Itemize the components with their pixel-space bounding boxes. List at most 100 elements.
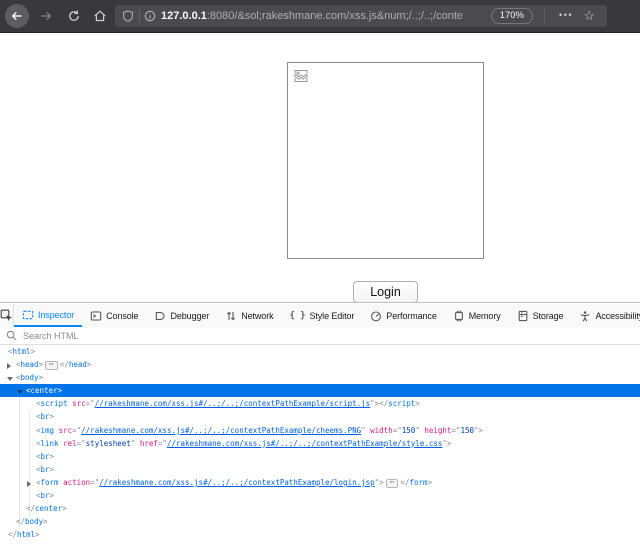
console-icon: [90, 310, 102, 322]
tab-label: Network: [241, 311, 273, 321]
tab-memory[interactable]: Memory: [445, 304, 509, 327]
markup-row[interactable]: <br>: [0, 489, 640, 502]
markup-punct: >: [87, 360, 92, 369]
markup-punct: =": [90, 478, 99, 487]
element-picker-icon: [0, 309, 13, 322]
tab-accessibility[interactable]: Accessibility: [571, 304, 640, 327]
tab-style-editor[interactable]: { } Style Editor: [282, 304, 363, 327]
markup-tag: script: [41, 399, 68, 408]
broken-image-icon: [293, 68, 309, 84]
markup-punct: ">: [442, 439, 451, 448]
markup-punct: </: [26, 504, 35, 513]
storage-icon: [517, 310, 529, 322]
search-icon: [6, 330, 17, 341]
markup-tag: form: [409, 478, 427, 487]
zoom-indicator[interactable]: 170%: [491, 8, 533, 24]
url-text[interactable]: 127.0.0.1:8080/&sol;rakeshmane.com/xss.j…: [161, 5, 491, 27]
tracking-shield-icon[interactable]: [122, 5, 134, 27]
markup-punct: >: [50, 452, 55, 461]
tab-network[interactable]: Network: [217, 304, 281, 327]
markup-tag: center: [31, 386, 58, 395]
html-markup-tree: <html><head>⋯</head><body><center><scrip…: [0, 345, 640, 558]
markup-link[interactable]: //rakeshmane.com/xss.js#/..;/..;/context…: [167, 439, 442, 448]
markup-punct: >: [31, 347, 36, 356]
markup-row[interactable]: <link rel="stylesheet" href="//rakeshman…: [0, 437, 640, 450]
search-input[interactable]: [21, 330, 325, 342]
home-button[interactable]: [88, 4, 112, 28]
markup-row[interactable]: </center>: [0, 502, 640, 515]
style-editor-icon: { }: [290, 311, 306, 321]
markup-punct: </: [8, 530, 17, 539]
tab-label: Console: [106, 311, 138, 321]
markup-link[interactable]: //rakeshmane.com/xss.js#/..;/..;/context…: [99, 478, 374, 487]
devtools-panel: Inspector Console Debugger Network { } S…: [0, 302, 640, 558]
markup-row[interactable]: <body>: [0, 371, 640, 384]
collapsed-children-badge[interactable]: ⋯: [45, 361, 58, 370]
markup-tag: br: [41, 452, 50, 461]
tab-performance[interactable]: Performance: [362, 304, 444, 327]
collapsed-children-badge[interactable]: ⋯: [386, 479, 399, 488]
markup-link[interactable]: //rakeshmane.com/xss.js#/..;/..;/context…: [81, 426, 361, 435]
markup-tag: head: [21, 360, 39, 369]
debugger-icon: [154, 310, 166, 322]
markup-attr-name: height: [420, 426, 452, 435]
inspector-icon: [22, 309, 34, 321]
markup-punct: ">: [375, 478, 384, 487]
collapse-twisty-icon[interactable]: [17, 390, 23, 394]
tab-inspector[interactable]: Inspector: [14, 304, 82, 327]
broken-image-placeholder: [287, 62, 484, 259]
forward-button[interactable]: [34, 4, 58, 28]
markup-tag: script: [388, 399, 415, 408]
markup-tag: html: [13, 347, 31, 356]
home-icon: [93, 9, 107, 23]
tab-label: Storage: [533, 311, 564, 321]
markup-punct: ">: [474, 426, 483, 435]
markup-punct: =": [86, 399, 95, 408]
reload-icon: [67, 9, 81, 23]
markup-punct: =": [72, 426, 81, 435]
markup-row[interactable]: </body>: [0, 515, 640, 528]
tab-storage[interactable]: Storage: [509, 304, 572, 327]
markup-row[interactable]: <form action="//rakeshmane.com/xss.js#/.…: [0, 476, 640, 489]
arrow-right-icon: [39, 9, 53, 23]
markup-row[interactable]: <script src="//rakeshmane.com/xss.js#/..…: [0, 397, 640, 410]
reload-button[interactable]: [62, 4, 86, 28]
markup-punct: >: [50, 491, 55, 500]
collapse-twisty-icon[interactable]: [7, 377, 13, 381]
back-button[interactable]: [5, 4, 29, 28]
memory-icon: [453, 310, 465, 322]
tab-label: Memory: [469, 311, 501, 321]
markup-tag: head: [69, 360, 87, 369]
markup-tag: br: [41, 491, 50, 500]
markup-attr-value: 150: [402, 426, 416, 435]
element-picker-button[interactable]: [0, 304, 14, 327]
markup-link[interactable]: //rakeshmane.com/xss.js#/..;/..;/context…: [95, 399, 370, 408]
markup-tag: html: [17, 530, 35, 539]
login-button[interactable]: Login: [353, 281, 418, 303]
markup-row[interactable]: <br>: [0, 450, 640, 463]
markup-row[interactable]: </html>: [0, 528, 640, 541]
site-info-icon[interactable]: [144, 5, 156, 27]
url-bar[interactable]: 127.0.0.1:8080/&sol;rakeshmane.com/xss.j…: [115, 5, 607, 27]
markup-punct: =": [158, 439, 167, 448]
markup-attr-name: src: [68, 399, 86, 408]
markup-row-selected[interactable]: <center>: [0, 384, 640, 397]
tab-console[interactable]: Console: [82, 304, 146, 327]
tab-debugger[interactable]: Debugger: [146, 304, 217, 327]
markup-row[interactable]: <head>⋯</head>: [0, 358, 640, 371]
tab-label: Debugger: [170, 311, 209, 321]
markup-row[interactable]: <html>: [0, 345, 640, 358]
markup-row[interactable]: <img src="//rakeshmane.com/xss.js#/..;/.…: [0, 424, 640, 437]
markup-row[interactable]: <br>: [0, 463, 640, 476]
expand-twisty-icon[interactable]: [7, 363, 11, 369]
bookmark-star-icon[interactable]: ☆: [583, 5, 595, 27]
expand-twisty-icon[interactable]: [27, 481, 31, 487]
markup-punct: >: [50, 412, 55, 421]
markup-attr-name: rel: [59, 439, 77, 448]
markup-row[interactable]: <br>: [0, 410, 640, 423]
markup-punct: >: [39, 360, 44, 369]
markup-attr-name: width: [366, 426, 393, 435]
markup-punct: >: [50, 465, 55, 474]
page-actions-button[interactable]: •••: [559, 5, 573, 27]
markup-punct: </: [379, 399, 388, 408]
